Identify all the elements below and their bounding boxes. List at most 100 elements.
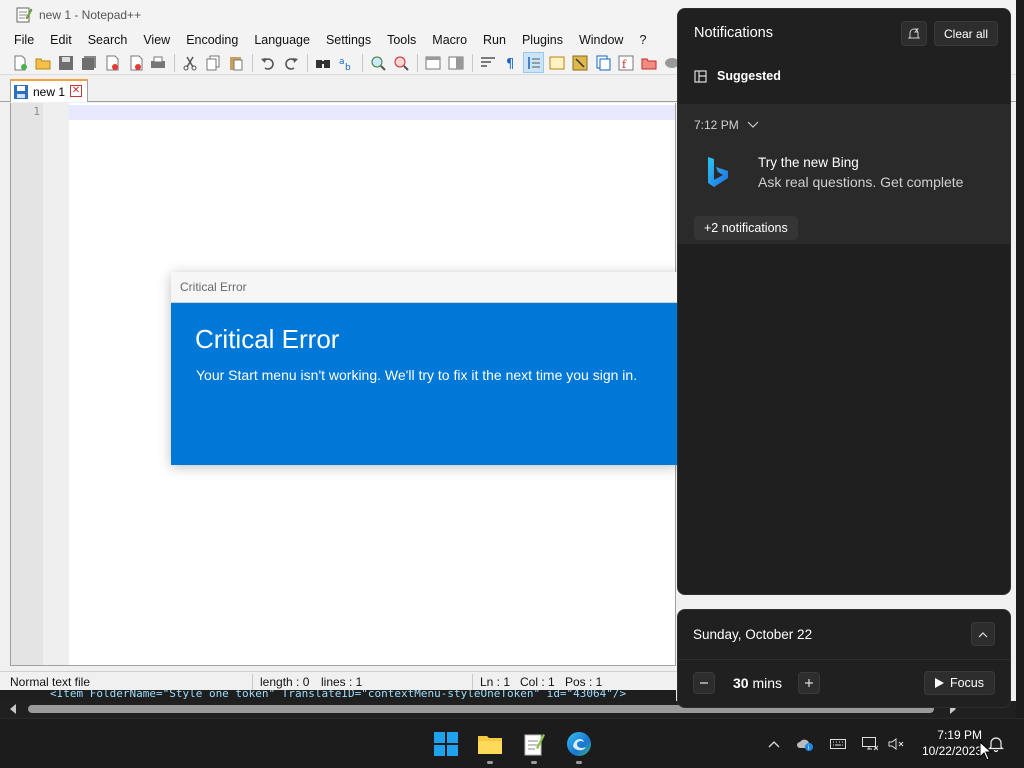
onedrive-tray-icon[interactable]: i xyxy=(796,735,814,753)
tab-close-icon[interactable]: ✕ xyxy=(70,85,82,97)
keyboard-icon xyxy=(830,739,846,749)
doc-map-icon[interactable] xyxy=(570,53,589,72)
clear-all-button[interactable]: Clear all xyxy=(934,21,998,46)
status-pos: Pos : 1 xyxy=(565,675,603,689)
notification-card[interactable]: 7:12 PM Try the new Bing Ask real questi… xyxy=(678,104,1010,244)
status-separator xyxy=(252,674,253,690)
function-list-icon[interactable]: f xyxy=(616,53,635,72)
zoom-out-icon[interactable] xyxy=(391,53,410,72)
edge-browser-icon xyxy=(567,732,591,756)
mouse-cursor-icon xyxy=(979,741,993,761)
menu-tools[interactable]: Tools xyxy=(379,30,424,51)
notification-center: Notifications Clear all Suggested 7:12 P… xyxy=(677,8,1011,595)
notepad-plus-plus-taskbar-button[interactable] xyxy=(518,728,550,764)
windows-logo-icon xyxy=(434,732,458,756)
focus-increase-button[interactable] xyxy=(798,672,820,694)
notifications-title: Notifications xyxy=(694,25,773,41)
notification-time-toggle[interactable]: 7:12 PM xyxy=(694,118,759,132)
status-ln: Ln : 1 xyxy=(480,675,511,689)
indent-guide-icon[interactable] xyxy=(523,52,544,73)
print-icon[interactable] xyxy=(148,53,167,72)
line-number-gutter: 1 xyxy=(11,103,43,665)
menu-edit[interactable]: Edit xyxy=(42,30,80,51)
focus-minutes-unit: mins xyxy=(752,675,783,691)
svg-text:b: b xyxy=(345,63,351,71)
undo-icon[interactable] xyxy=(258,53,277,72)
doc-list-icon[interactable] xyxy=(593,53,612,72)
word-wrap-icon[interactable] xyxy=(478,53,497,72)
dialog-header[interactable]: Critical Error xyxy=(171,272,679,303)
status-length: length : 0 xyxy=(260,675,310,689)
cut-icon[interactable] xyxy=(180,53,199,72)
menu-settings[interactable]: Settings xyxy=(318,30,379,51)
close-file-icon[interactable] xyxy=(102,53,121,72)
find-icon[interactable] xyxy=(313,53,332,72)
udl-icon[interactable] xyxy=(547,53,566,72)
status-col: Col : 1 xyxy=(520,675,555,689)
collapse-calendar-button[interactable] xyxy=(971,622,995,646)
toolbar-separator xyxy=(252,53,253,72)
svg-text:¶: ¶ xyxy=(506,57,514,71)
new-file-icon[interactable] xyxy=(10,53,29,72)
toolbar-separator xyxy=(307,53,308,72)
menu-help[interactable]: ? xyxy=(631,30,654,51)
bell-snooze-icon xyxy=(907,28,921,38)
floppy-disk-icon xyxy=(14,84,28,99)
chevron-up-icon xyxy=(768,741,780,748)
monitor-network-icon xyxy=(862,737,878,751)
suggested-header[interactable]: Suggested xyxy=(694,69,781,83)
save-all-icon[interactable] xyxy=(79,53,98,72)
toolbar-separator xyxy=(472,53,473,72)
replace-icon[interactable]: ab xyxy=(336,53,355,72)
focus-row: 30 mins Focus xyxy=(678,660,1010,707)
menu-encoding[interactable]: Encoding xyxy=(178,30,246,51)
toolbar-separator xyxy=(174,53,175,72)
save-icon[interactable] xyxy=(56,53,75,72)
menu-window[interactable]: Window xyxy=(571,30,631,51)
tab-new-1[interactable]: new 1 ✕ xyxy=(10,79,88,102)
menu-file[interactable]: File xyxy=(6,30,42,51)
tab-label: new 1 xyxy=(33,84,66,99)
paste-icon[interactable] xyxy=(226,53,245,72)
folder-workspace-icon[interactable] xyxy=(639,53,658,72)
open-file-icon[interactable] xyxy=(33,53,52,72)
fold-margin xyxy=(43,103,69,665)
redo-icon[interactable] xyxy=(281,53,300,72)
more-notifications-button[interactable]: +2 notifications xyxy=(694,216,798,240)
show-hidden-icons-button[interactable] xyxy=(765,735,783,753)
taskbar-clock[interactable]: 7:19 PM 10/22/2023 xyxy=(912,727,982,759)
focus-decrease-button[interactable] xyxy=(693,672,715,694)
suggested-icon xyxy=(694,69,707,83)
dialog-message: Your Start menu isn't working. We'll try… xyxy=(196,367,638,383)
file-explorer-button[interactable] xyxy=(474,728,506,764)
menu-run[interactable]: Run xyxy=(475,30,514,51)
do-not-disturb-button[interactable] xyxy=(901,21,927,46)
running-indicator xyxy=(487,761,493,764)
menu-language[interactable]: Language xyxy=(246,30,318,51)
copy-icon[interactable] xyxy=(203,53,222,72)
start-button[interactable] xyxy=(430,728,462,760)
keyboard-tray-icon[interactable] xyxy=(829,735,847,753)
zoom-in-icon[interactable] xyxy=(368,53,387,72)
sync-horizontal-icon[interactable] xyxy=(446,53,465,72)
menu-view[interactable]: View xyxy=(135,30,178,51)
status-separator xyxy=(472,674,473,690)
focus-start-button[interactable]: Focus xyxy=(924,671,995,695)
plus-icon xyxy=(805,679,813,687)
sync-vertical-icon[interactable] xyxy=(423,53,442,72)
clock-date: 10/22/2023 xyxy=(921,744,982,758)
menu-macro[interactable]: Macro xyxy=(424,30,475,51)
show-all-characters-icon[interactable]: ¶ xyxy=(501,53,520,72)
scroll-left-icon[interactable] xyxy=(10,704,16,714)
cloud-icon: i xyxy=(797,739,813,751)
background-code-window: <Item FolderName="Style one token" Trans… xyxy=(0,690,676,701)
menu-search[interactable]: Search xyxy=(80,30,136,51)
close-all-icon[interactable] xyxy=(125,53,144,72)
bing-logo-icon xyxy=(708,157,728,187)
edge-taskbar-button[interactable] xyxy=(563,728,595,764)
taskbar: i 7:19 PM 10/22/2023 xyxy=(0,718,1024,768)
menu-plugins[interactable]: Plugins xyxy=(514,30,571,51)
volume-tray-icon[interactable] xyxy=(887,735,905,753)
network-tray-icon[interactable] xyxy=(861,735,879,753)
chevron-down-icon xyxy=(747,121,759,128)
